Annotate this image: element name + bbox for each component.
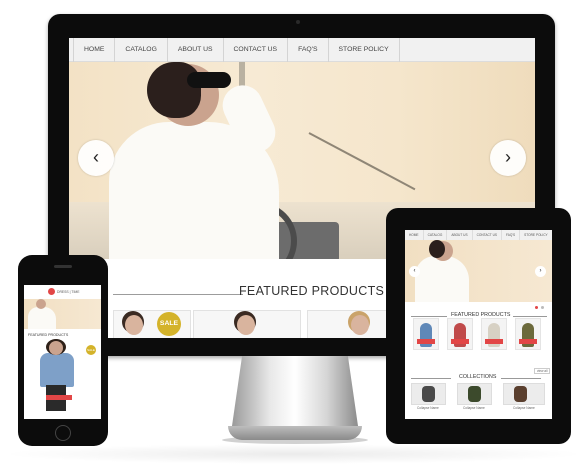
- tablet-slider-dot[interactable]: [535, 306, 538, 309]
- phone-product-face: [49, 341, 63, 355]
- tablet-nav-about-us[interactable]: ABOUT US: [447, 230, 473, 240]
- phone-hero-model: [28, 307, 56, 329]
- tablet-collection-caption: Collapse Name: [513, 406, 535, 410]
- slider-next-button[interactable]: ›: [490, 140, 526, 176]
- product-model-face: [351, 315, 369, 335]
- sale-badge: SALE: [157, 312, 181, 336]
- product-model-face: [237, 315, 255, 335]
- phone-product-card[interactable]: [36, 339, 78, 413]
- tablet-collection-image: [514, 386, 527, 402]
- tablet-nav-contact-us[interactable]: CONTACT US: [473, 230, 503, 240]
- product-card[interactable]: [193, 310, 301, 338]
- phone-home-button[interactable]: [55, 425, 71, 441]
- tablet-nav-faqs[interactable]: FAQ'S: [502, 230, 521, 240]
- tablet-product-card[interactable]: [447, 318, 473, 350]
- phone-hero-face: [36, 299, 46, 309]
- phone-hero-slider: [24, 299, 101, 329]
- tablet-price-tag: [451, 339, 469, 344]
- tablet-price-tag: [417, 339, 435, 344]
- tablet-product-card[interactable]: [515, 318, 541, 350]
- monitor-base: [228, 426, 362, 440]
- phone-price-tag: [46, 395, 72, 400]
- hero-model-hair: [147, 62, 201, 118]
- tablet-screen: HOME CATALOG ABOUT US CONTACT US FAQ'S S…: [405, 230, 552, 419]
- tablet-collection-image: [468, 386, 481, 402]
- tablet-divider: [411, 378, 451, 379]
- tablet-collection-card[interactable]: [503, 383, 545, 405]
- phone-screen: DRESS | TIME FEATURED PRODUCTS SALE: [24, 285, 101, 419]
- tablet-nav-catalog[interactable]: CATALOG: [424, 230, 448, 240]
- tablet-slider-prev-button[interactable]: ‹: [409, 266, 420, 277]
- nav-faqs[interactable]: FAQ'S: [288, 38, 329, 62]
- phone-sale-badge: SALE: [86, 345, 96, 355]
- nav-catalog[interactable]: CATALOG: [115, 38, 168, 62]
- tablet-product-card[interactable]: [481, 318, 507, 350]
- tablet-divider: [411, 316, 447, 317]
- tablet-collection-card[interactable]: [411, 383, 446, 405]
- tablet-nav-store-policy[interactable]: STORE POLICY: [520, 230, 552, 240]
- tablet-nav-home[interactable]: HOME: [405, 230, 424, 240]
- camera-icon: [296, 20, 300, 24]
- tablet-slider-dot[interactable]: [541, 306, 544, 309]
- slider-prev-button[interactable]: ‹: [78, 140, 114, 176]
- product-model-face: [125, 315, 143, 335]
- tablet-collection-caption: Collapse Name: [417, 406, 439, 410]
- tablet-collection-card[interactable]: [457, 383, 492, 405]
- tablet-hero-model: [415, 256, 469, 302]
- tablet-collections-title: COLLECTIONS: [459, 374, 497, 380]
- tablet-price-tag: [485, 339, 503, 344]
- hero-rope: [308, 132, 416, 191]
- tablet-product-card[interactable]: [413, 318, 439, 350]
- phone-speaker: [54, 265, 72, 268]
- main-navigation: HOME CATALOG ABOUT US CONTACT US FAQ'S S…: [69, 38, 535, 62]
- phone-logo-icon: [48, 288, 55, 295]
- nav-contact-us[interactable]: CONTACT US: [224, 38, 289, 62]
- nav-home[interactable]: HOME: [73, 38, 116, 62]
- tablet-hero-hair: [429, 240, 445, 258]
- tablet-divider: [513, 316, 547, 317]
- tablet-hero-slider: ‹ ›: [405, 240, 552, 302]
- tablet-price-tag: [519, 339, 537, 344]
- tablet-slider-next-button[interactable]: ›: [535, 266, 546, 277]
- featured-divider-left: [113, 294, 243, 295]
- featured-products-title: FEATURED PRODUCTS: [239, 284, 385, 298]
- nav-store-policy[interactable]: STORE POLICY: [329, 38, 400, 62]
- tablet-collection-image: [422, 386, 435, 402]
- phone-logo-text: DRESS | TIME: [57, 290, 80, 294]
- monitor-stand: [232, 356, 358, 426]
- phone-product-jacket: [40, 353, 74, 387]
- tablet-view-all-link[interactable]: view all: [534, 368, 551, 374]
- tablet-collection-caption: Collapse Name: [463, 406, 485, 410]
- tablet-divider: [501, 378, 541, 379]
- nav-about-us[interactable]: ABOUT US: [168, 38, 224, 62]
- ground-shadow: [0, 444, 587, 464]
- phone-featured-title: FEATURED PRODUCTS: [28, 333, 69, 337]
- hero-model-sunglasses: [187, 72, 231, 88]
